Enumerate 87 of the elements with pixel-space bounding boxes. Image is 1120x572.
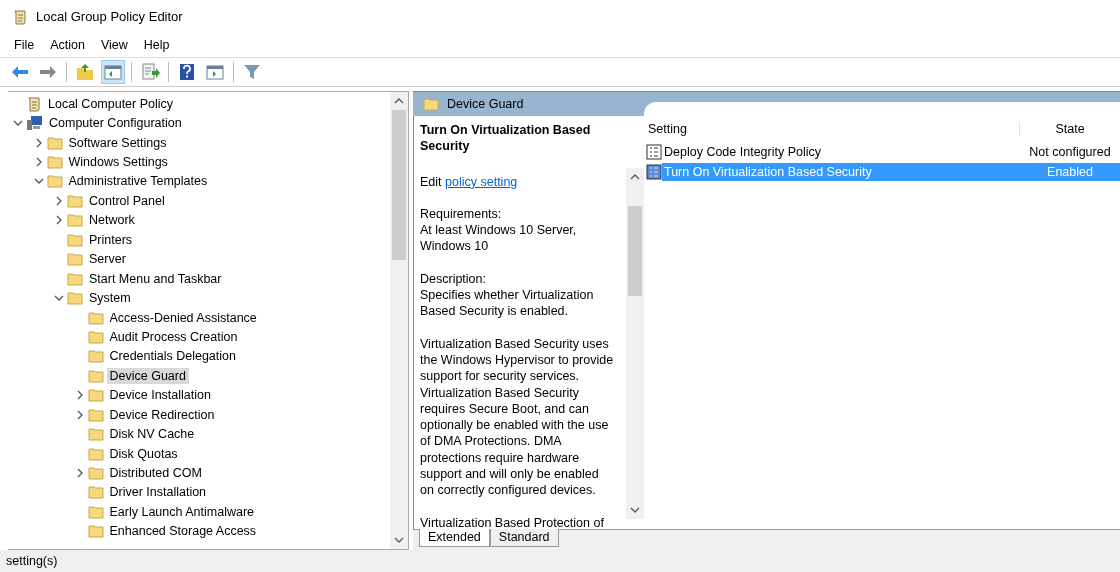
section-label: Description: [420, 270, 487, 288]
folder-icon [67, 232, 83, 247]
policy-icon [646, 164, 662, 180]
menu-item[interactable]: View [92, 38, 136, 52]
menu-item[interactable]: Help [135, 38, 178, 52]
scroll-icon [12, 8, 28, 25]
view-tab[interactable]: Extended [419, 529, 490, 547]
setting-name: Turn On Virtualization Based Security [662, 163, 1020, 181]
scrollbar[interactable] [390, 92, 408, 549]
filter-icon [242, 62, 262, 82]
tree-item[interactable]: Network [86, 212, 138, 229]
folder-icon [46, 135, 63, 150]
tree-item[interactable]: Audit Process Creation [106, 328, 241, 345]
tree-item[interactable]: Device Guard [106, 367, 189, 384]
menu-item[interactable]: File [6, 38, 43, 52]
chevron-right-icon[interactable] [54, 195, 64, 206]
description-text: Virtualization Based Security uses the Windows Hypervisor to provide support for security services. Virtualization Based Security requires Secure Boot, and can optionally be enabled with the use of DMA Protections. DMA protections require hardware support and will only be enabled on correctly configured devices. [420, 335, 614, 499]
folder-icon [87, 349, 104, 364]
setting-row[interactable]: Deploy Code Integrity Policy Not configured [644, 142, 1120, 162]
edit-text: Edit policy setting [420, 173, 519, 190]
tree-item[interactable]: Computer Configuration [46, 115, 185, 132]
folder-icon [67, 291, 83, 306]
computer-icon [26, 115, 43, 132]
window-icon [205, 62, 225, 82]
tree-item[interactable]: Disk NV Cache [106, 426, 198, 443]
folder-icon [46, 155, 63, 170]
chevron-right-icon[interactable] [54, 215, 64, 226]
folder-icon [67, 271, 83, 286]
scrollbar[interactable] [626, 168, 644, 519]
section-label: Requirements: [420, 205, 503, 223]
toolbar-button[interactable] [101, 60, 125, 84]
panel-title: Device Guard [447, 97, 524, 111]
tree-item[interactable]: Control Panel [86, 192, 168, 209]
tree-item[interactable]: Device Installation [106, 387, 214, 404]
folder-icon [67, 193, 83, 208]
tree-item[interactable]: Server [86, 251, 129, 268]
scroll-icon [26, 95, 42, 112]
tree-item[interactable]: Printers [86, 231, 136, 248]
description-text: Specifies whether Virtualization Based Security is enabled. [420, 287, 595, 320]
folder-icon [46, 174, 63, 189]
tree-item[interactable]: Administrative Templates [65, 173, 211, 190]
setting-name: Deploy Code Integrity Policy [663, 144, 823, 161]
tree-item[interactable]: Device Redirection [106, 406, 218, 423]
menu-item[interactable]: Action [42, 38, 93, 52]
tree-item[interactable]: Disk Quotas [106, 445, 181, 462]
column-header[interactable]: Setting [644, 122, 1019, 136]
folder-icon [87, 524, 104, 539]
folder-icon [87, 427, 104, 442]
panel-icon [103, 62, 123, 82]
folder-icon [87, 504, 104, 519]
tree-item[interactable]: Driver Installation [106, 484, 210, 501]
tree-item[interactable]: System [86, 290, 134, 307]
description-text: Virtualization Based Protection of [420, 514, 605, 529]
folder-icon [87, 388, 104, 403]
policy-setting-link[interactable]: policy setting [445, 174, 518, 189]
folder-icon [87, 466, 104, 481]
tree-item[interactable]: Software Settings [65, 134, 170, 151]
export-list-icon [140, 62, 160, 82]
policy-title: Turn On Virtualization Based Security [420, 122, 592, 155]
setting-state: Enabled [1020, 163, 1120, 181]
tree-item[interactable]: Credentials Delegation [106, 348, 239, 365]
tree-item[interactable]: Distributed COM [106, 465, 205, 482]
folder-icon [67, 213, 83, 228]
folder-icon [87, 329, 104, 344]
column-header[interactable]: State [1019, 122, 1120, 136]
scrollbar-thumb[interactable] [392, 110, 406, 260]
folder-icon [87, 310, 104, 325]
folder-icon [87, 446, 104, 461]
scrollbar-thumb[interactable] [628, 206, 642, 296]
folder-icon [87, 485, 104, 500]
tree-item[interactable]: Local Computer Policy [45, 95, 177, 112]
status-text: setting(s) [6, 554, 58, 568]
folder-icon [87, 407, 104, 422]
help-icon [177, 62, 197, 82]
tree-item[interactable]: Early Launch Antimalware [106, 503, 258, 520]
folder-up-icon [75, 62, 95, 82]
setting-state: Not configured [1028, 144, 1112, 161]
view-tab[interactable]: Standard [489, 529, 559, 547]
tree-item[interactable]: Windows Settings [65, 154, 171, 171]
folder-icon [423, 97, 439, 111]
tree-item[interactable]: Enhanced Storage Access [106, 523, 260, 540]
description-text: At least Windows 10 Server, Windows 10 [420, 222, 578, 255]
folder-icon [87, 368, 104, 383]
window-title: Local Group Policy Editor [36, 9, 183, 24]
folder-icon [67, 252, 83, 267]
tree-item[interactable]: Access-Denied Assistance [106, 309, 260, 326]
tree-item[interactable]: Start Menu and Taskbar [86, 270, 225, 287]
